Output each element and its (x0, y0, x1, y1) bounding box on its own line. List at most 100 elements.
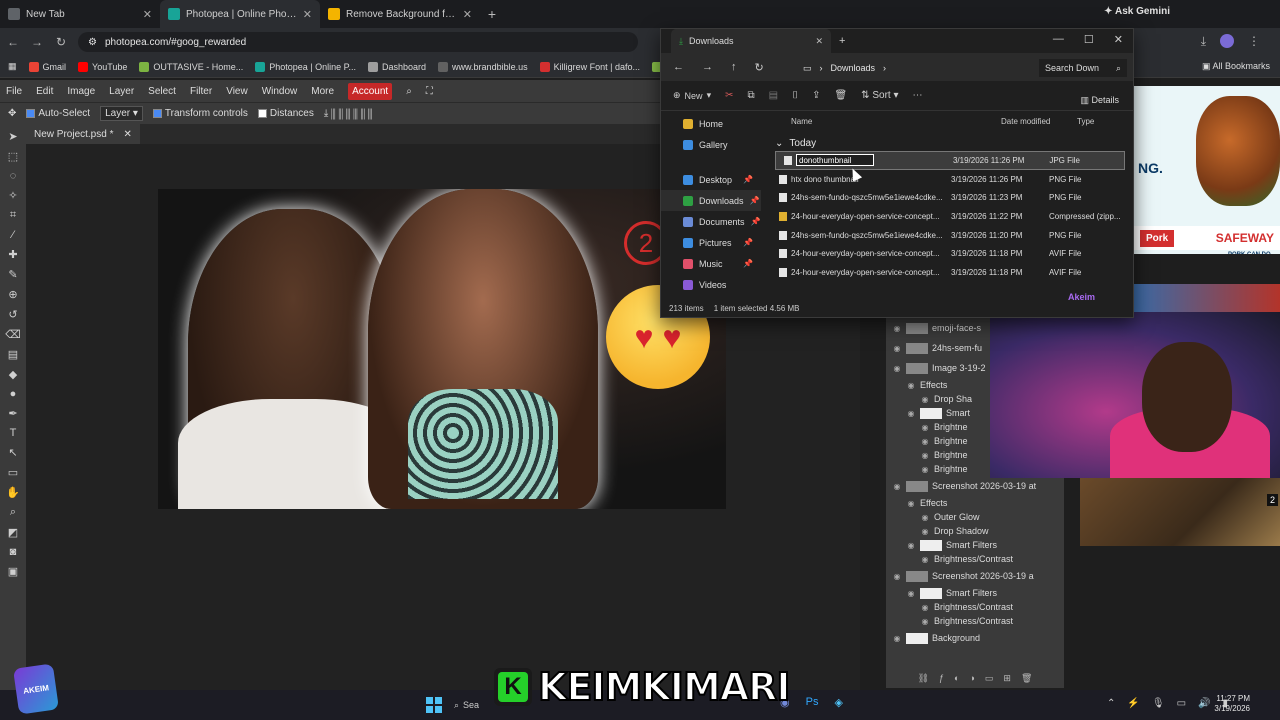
file-row[interactable]: 24hs-sem-fundo-qszc5mw5e1iewe4cdke... 3/1… (775, 188, 1125, 207)
dodge-tool[interactable]: ● (10, 388, 17, 400)
eye-icon[interactable]: ◉ (920, 603, 930, 612)
eye-icon[interactable]: ◉ (906, 381, 916, 390)
name-column-header[interactable]: Name (775, 117, 945, 131)
group-header[interactable]: ⌄ Today (775, 135, 1125, 151)
eye-icon[interactable]: ◉ (892, 324, 902, 333)
cut-icon[interactable]: ✂ (725, 90, 733, 101)
move-tool[interactable]: ➤ (8, 130, 17, 143)
explorer-search[interactable]: Search Down ⌕ (1039, 59, 1127, 77)
eye-icon[interactable]: ◉ (892, 364, 902, 373)
close-icon[interactable]: ✕ (463, 8, 472, 21)
account-button[interactable]: Account (348, 82, 393, 100)
auto-select-checkbox[interactable]: Auto-Select (26, 108, 90, 119)
pen-tool[interactable]: ✒ (8, 407, 17, 420)
new-tab-icon[interactable]: + (480, 6, 504, 22)
bookmark-item[interactable]: Dashboard (368, 61, 426, 72)
eye-icon[interactable]: ◉ (920, 527, 930, 536)
magic-wand-tool[interactable]: ✧ (8, 189, 17, 202)
hand-tool[interactable]: ✋ (6, 486, 20, 499)
eye-icon[interactable]: ◉ (906, 541, 916, 550)
transform-controls-box[interactable] (152, 109, 162, 118)
layer-select[interactable]: Layer ▾ (100, 106, 143, 121)
marquee-tool[interactable]: ⬚ (8, 150, 18, 163)
ad-brand-bar[interactable]: Pork SAFEWAY (1134, 226, 1280, 250)
folder-icon[interactable]: ▭ (985, 673, 994, 684)
menu-icon[interactable]: ⋮ (1248, 34, 1260, 49)
type-column-header[interactable]: Type (1041, 117, 1121, 131)
brush-tool[interactable]: ✎ (8, 268, 17, 281)
browser-tab[interactable]: Photopea | Online Photo Editor ✕ (160, 0, 320, 28)
explorer-tab[interactable]: ⤓ Downloads ✕ (671, 29, 831, 53)
close-tab-icon[interactable]: ✕ (815, 36, 823, 47)
fx-icon[interactable]: ƒ (939, 673, 944, 684)
bookmark-item[interactable]: Killigrew Font | dafo... (539, 61, 640, 72)
eye-icon[interactable]: ◉ (920, 555, 930, 564)
chevron-up-icon[interactable]: ⌃ (1107, 698, 1115, 709)
new-layer-icon[interactable]: ⊞ (1003, 673, 1011, 684)
eye-icon[interactable]: ◉ (892, 482, 902, 491)
sort-button[interactable]: ⇅ Sort ▾ (861, 90, 898, 101)
move-tool-icon[interactable]: ✥ (8, 108, 16, 119)
bookmark-item[interactable]: OUTTASIVE - Home... (139, 61, 243, 72)
second-ad-image[interactable] (1134, 284, 1280, 314)
quick-mask-icon[interactable]: ◙ (10, 546, 17, 558)
color-swatches[interactable]: ◩ (8, 526, 18, 539)
link-icon[interactable]: ⛓ (918, 673, 929, 684)
eye-icon[interactable]: ◉ (920, 395, 930, 404)
taskbar-search[interactable]: ⌕ Sea (454, 696, 494, 714)
close-icon[interactable]: ✕ (123, 129, 131, 140)
eye-icon[interactable]: ◉ (906, 409, 916, 418)
search-icon[interactable]: ⌕ (406, 86, 412, 97)
menu-item-more[interactable]: More (311, 86, 334, 97)
menu-item-filter[interactable]: Filter (190, 86, 212, 97)
crop-tool[interactable]: ⌗ (10, 209, 16, 222)
eye-icon[interactable]: ◉ (892, 634, 902, 643)
eye-icon[interactable]: ◉ (920, 465, 930, 474)
site-info-icon[interactable]: ⚙ (88, 37, 97, 48)
delete-icon[interactable]: 🗑 (834, 90, 847, 101)
close-icon[interactable]: ✕ (143, 8, 152, 21)
type-tool[interactable]: T (10, 427, 17, 439)
menu-item-edit[interactable]: Edit (36, 86, 53, 97)
layer-row[interactable]: ◉ Smart Filters (886, 538, 1064, 552)
sidebar-item-music[interactable]: Music 📌 (661, 253, 761, 274)
file-row[interactable]: 24hs-sem-fundo-qszc5mw5e1iewe4cdke... 3/1… (775, 226, 1125, 245)
new-tab-icon[interactable]: + (839, 35, 845, 47)
url-field[interactable]: ⚙ photopea.com/#goog_rewarded (78, 32, 638, 52)
photoshop-icon[interactable]: Ps (806, 696, 819, 709)
eye-icon[interactable]: ◉ (892, 344, 902, 353)
minimize-icon[interactable]: — (1053, 33, 1064, 46)
lasso-tool[interactable]: ◌ (10, 170, 17, 182)
explorer-address[interactable]: ▭ › Downloads › (803, 57, 1031, 79)
zoom-tool[interactable]: ⌕ (10, 506, 16, 519)
details-button[interactable]: ▥ Details (1080, 95, 1119, 106)
file-row[interactable]: 24-hour-everyday-open-service-concept...… (775, 263, 1125, 282)
menu-item-file[interactable]: File (6, 86, 22, 97)
menu-item-window[interactable]: Window (262, 86, 298, 97)
file-row[interactable]: 24-hour-everyday-open-service-concept...… (775, 207, 1125, 226)
forward-icon[interactable]: → (702, 61, 713, 73)
blur-tool[interactable]: ◆ (9, 368, 17, 381)
windows-start-icon[interactable] (426, 697, 442, 713)
eraser-tool[interactable]: ⌫ (5, 328, 21, 341)
eye-icon[interactable]: ◉ (892, 572, 902, 581)
sidebar-item-videos[interactable]: Videos (661, 274, 761, 295)
sidebar-item-pictures[interactable]: Pictures 📌 (661, 232, 761, 253)
bookmark-item[interactable]: Photopea | Online P... (255, 61, 356, 72)
layer-row[interactable]: ◉ Background (886, 628, 1064, 648)
up-icon[interactable]: ↑ (731, 61, 737, 73)
distances-box[interactable] (257, 109, 267, 118)
layer-row[interactable]: ◉ Drop Shadow (886, 524, 1064, 538)
gradient-tool[interactable]: ▤ (8, 348, 18, 361)
layer-row[interactable]: ◉ Brightness/Contrast (886, 614, 1064, 628)
eye-icon[interactable]: ◉ (920, 617, 930, 626)
document-tab[interactable]: New Project.psd * ✕ (26, 124, 140, 144)
rename-icon[interactable]: ⌷ (792, 90, 798, 101)
refresh-icon[interactable]: ↻ (755, 61, 764, 74)
paste-icon[interactable]: ▤ (769, 90, 778, 101)
layer-row[interactable]: ◉ Smart Filters (886, 586, 1064, 600)
auto-select-box[interactable] (26, 109, 36, 118)
adjustment-icon[interactable]: ◑ (969, 673, 974, 684)
layer-row[interactable]: ◉ Outer Glow (886, 510, 1064, 524)
maximize-icon[interactable]: ☐ (1084, 33, 1094, 46)
